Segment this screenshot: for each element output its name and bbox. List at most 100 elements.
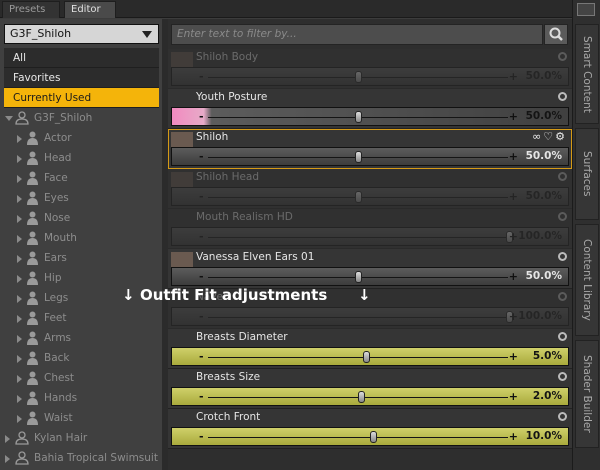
gear-icon[interactable] (558, 212, 567, 221)
increment-button[interactable]: + (509, 430, 518, 443)
filter-currently-used[interactable]: Currently Used (4, 88, 159, 108)
property-slider[interactable]: - +50.0% (171, 67, 569, 86)
figure-select[interactable]: G3F_Shiloh (4, 24, 159, 44)
gear-icon[interactable] (558, 172, 567, 181)
chevron-right-icon[interactable] (17, 235, 22, 243)
link-icon[interactable]: ∞ (532, 130, 543, 143)
slider-knob[interactable] (358, 391, 366, 403)
chevron-right-icon[interactable] (5, 435, 10, 443)
increment-button[interactable]: + (509, 150, 518, 163)
increment-button[interactable]: + (509, 190, 518, 203)
property-slider[interactable]: - +50.0% (171, 267, 569, 286)
gear-icon[interactable] (558, 332, 567, 341)
decrement-button[interactable]: - (199, 350, 204, 363)
slider-knob[interactable] (355, 191, 362, 203)
tree-item[interactable]: Hip (0, 268, 160, 288)
tree-item[interactable]: Nose (0, 208, 160, 228)
heart-icon[interactable]: ♡ (543, 130, 555, 143)
chevron-right-icon[interactable] (17, 275, 22, 283)
chevron-right-icon[interactable] (17, 335, 22, 343)
tree-item[interactable]: Ears (0, 248, 160, 268)
tree-item[interactable]: Actor (0, 128, 160, 148)
increment-button[interactable]: + (509, 310, 518, 323)
tab-presets[interactable]: Presets (2, 1, 60, 18)
chevron-right-icon[interactable] (17, 175, 22, 183)
property-value[interactable]: 50.0% (526, 70, 562, 82)
slider-knob[interactable] (355, 151, 362, 163)
tree-item[interactable]: Feet (0, 308, 160, 328)
tree-item[interactable]: G3F_Shiloh (0, 108, 160, 128)
gear-icon[interactable] (558, 372, 567, 381)
slider-knob[interactable] (370, 431, 378, 443)
slider-knob[interactable] (355, 71, 362, 83)
chevron-right-icon[interactable] (17, 195, 22, 203)
tree-item[interactable]: Back (0, 348, 160, 368)
chevron-right-icon[interactable] (5, 455, 10, 463)
increment-button[interactable]: + (509, 110, 518, 123)
gear-icon[interactable] (558, 252, 567, 261)
tab-content-library[interactable]: Content Library (575, 224, 599, 336)
property-value[interactable]: 50.0% (526, 150, 562, 162)
chevron-right-icon[interactable] (17, 315, 22, 323)
filter-favorites[interactable]: Favorites (4, 68, 159, 88)
decrement-button[interactable]: - (199, 310, 204, 323)
chevron-right-icon[interactable] (17, 295, 22, 303)
tab-editor[interactable]: Editor (64, 1, 116, 18)
slider-knob[interactable] (355, 111, 362, 123)
search-button[interactable] (544, 24, 568, 45)
property-value[interactable]: 50.0% (526, 190, 562, 202)
menu-icon[interactable] (577, 3, 595, 16)
property-value[interactable]: 10.0% (526, 430, 562, 442)
filter-input[interactable]: Enter text to filter by... (171, 24, 543, 45)
gear-icon[interactable] (558, 292, 567, 301)
chevron-right-icon[interactable] (17, 135, 22, 143)
tree-item[interactable]: Waist (0, 408, 160, 428)
property-slider[interactable]: - +50.0% (171, 187, 569, 206)
chevron-right-icon[interactable] (17, 415, 22, 423)
property-slider[interactable]: - +100.0% (171, 227, 569, 246)
gear-icon[interactable] (558, 92, 567, 101)
tab-smart-content[interactable]: Smart Content (575, 24, 599, 124)
decrement-button[interactable]: - (199, 190, 204, 203)
slider-knob[interactable] (355, 271, 362, 283)
chevron-right-icon[interactable] (17, 255, 22, 263)
decrement-button[interactable]: - (199, 150, 204, 163)
tree-item[interactable]: Legs (0, 288, 160, 308)
tree-item[interactable]: Head (0, 148, 160, 168)
increment-button[interactable]: + (509, 390, 518, 403)
property-slider[interactable]: - +5.0% (171, 347, 569, 366)
decrement-button[interactable]: - (199, 70, 204, 83)
chevron-right-icon[interactable] (17, 375, 22, 383)
increment-button[interactable]: + (509, 270, 518, 283)
property-slider[interactable]: - +50.0% (171, 147, 569, 166)
property-slider[interactable]: - +100.0% (171, 307, 569, 326)
slider-knob[interactable] (362, 351, 370, 363)
increment-button[interactable]: + (509, 70, 518, 83)
decrement-button[interactable]: - (199, 390, 204, 403)
tree-item[interactable]: Kylan Hair (0, 428, 160, 448)
tree-item[interactable]: Hands (0, 388, 160, 408)
decrement-button[interactable]: - (199, 110, 204, 123)
tree-item[interactable]: Face (0, 168, 160, 188)
property-value[interactable]: 100.0% (518, 230, 562, 242)
tree-item[interactable]: Bahia Tropical Swimsuit (0, 448, 160, 468)
decrement-button[interactable]: - (199, 430, 204, 443)
property-value[interactable]: 2.0% (533, 390, 562, 402)
chevron-right-icon[interactable] (17, 355, 22, 363)
decrement-button[interactable]: - (199, 230, 204, 243)
gear-icon[interactable] (558, 52, 567, 61)
property-value[interactable]: 100.0% (518, 310, 562, 322)
gear-icon[interactable]: ⚙ (555, 130, 567, 143)
increment-button[interactable]: + (509, 230, 518, 243)
chevron-right-icon[interactable] (17, 215, 22, 223)
tree-item[interactable]: Chest (0, 368, 160, 388)
property-slider[interactable]: - +50.0% (171, 107, 569, 126)
tree-item[interactable]: Eyes (0, 188, 160, 208)
chevron-down-icon[interactable] (5, 116, 13, 121)
property-slider[interactable]: - +10.0% (171, 427, 569, 446)
increment-button[interactable]: + (509, 350, 518, 363)
chevron-right-icon[interactable] (17, 395, 22, 403)
property-value[interactable]: 50.0% (526, 110, 562, 122)
gear-icon[interactable] (558, 412, 567, 421)
chevron-right-icon[interactable] (17, 155, 22, 163)
